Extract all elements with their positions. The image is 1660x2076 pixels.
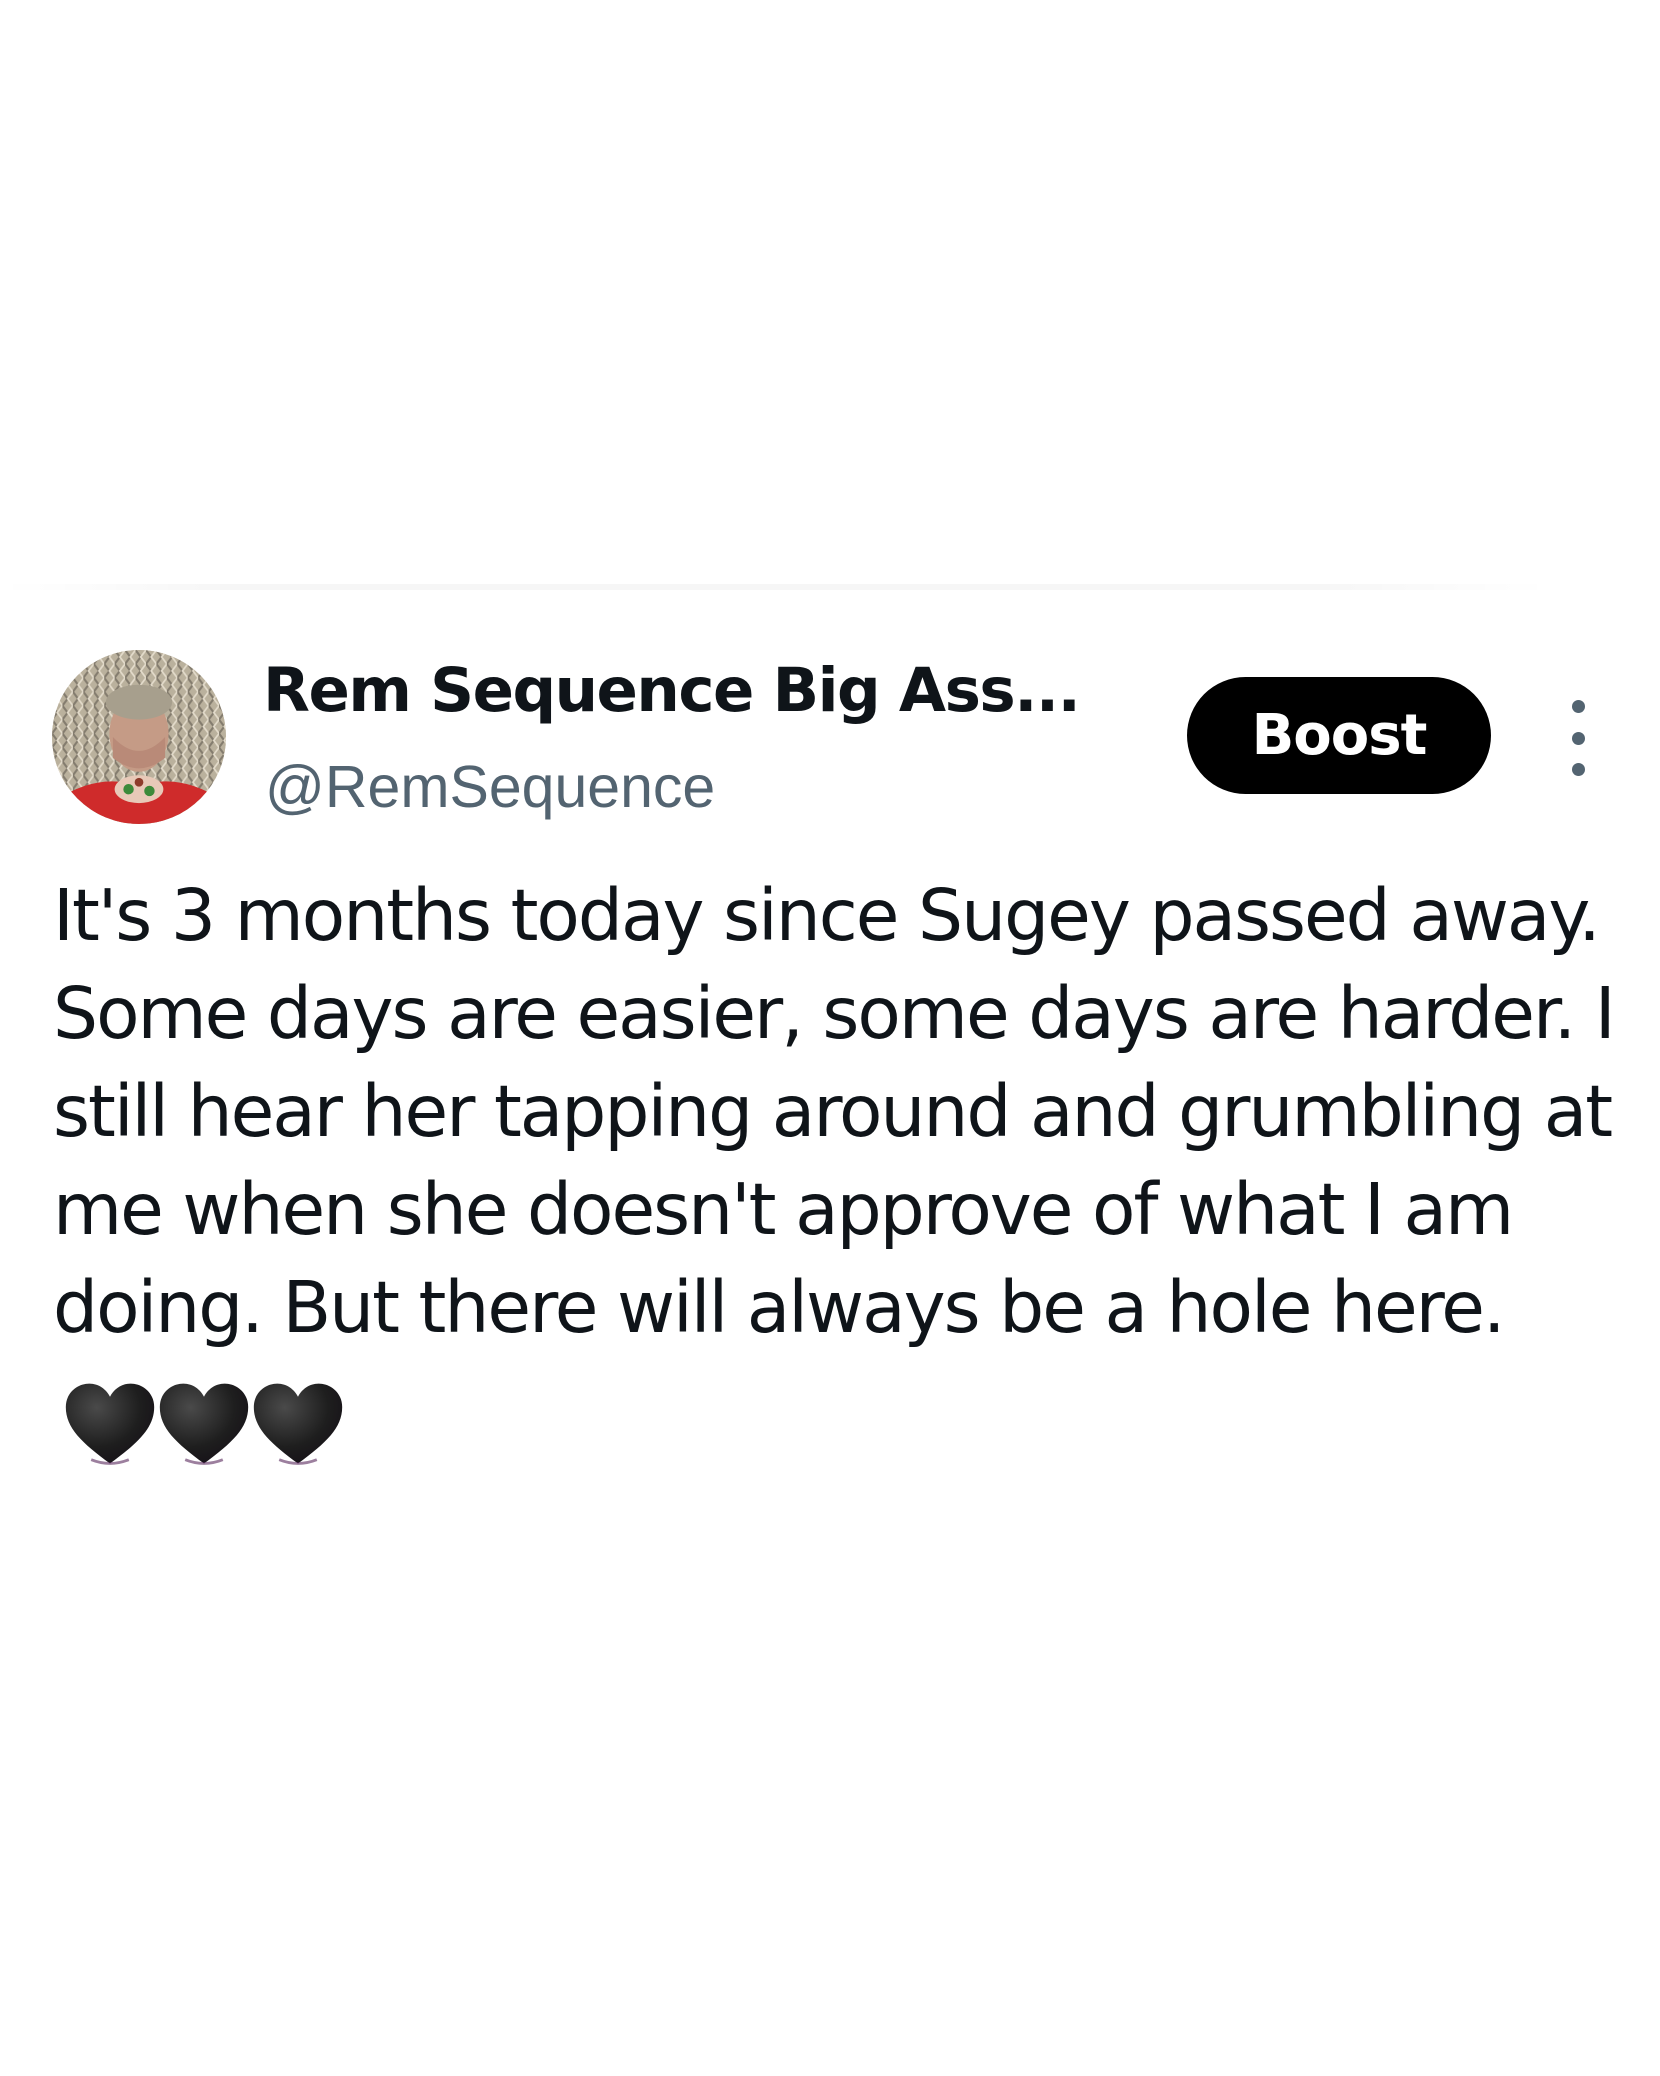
- more-dot: [1571, 763, 1585, 776]
- top-divider: [0, 584, 1550, 590]
- more-vertical-icon[interactable]: [1558, 700, 1598, 776]
- post-text: It's 3 months today since Sugey passed a…: [53, 874, 1616, 1349]
- boost-button[interactable]: Boost: [1187, 677, 1491, 794]
- more-dot: [1571, 731, 1585, 745]
- avatar[interactable]: [52, 650, 226, 824]
- post-body: It's 3 months today since Sugey passed a…: [53, 867, 1623, 1469]
- display-name[interactable]: Rem Sequence Big Ass...: [263, 654, 1081, 727]
- black-heart-icon: [63, 1380, 157, 1468]
- user-handle[interactable]: @RemSequence: [265, 752, 715, 823]
- emoji-group: [63, 1371, 345, 1469]
- more-dot: [1571, 700, 1585, 713]
- black-heart-icon: [157, 1380, 251, 1468]
- avatar-image: [52, 650, 226, 824]
- black-heart-icon: [251, 1380, 345, 1468]
